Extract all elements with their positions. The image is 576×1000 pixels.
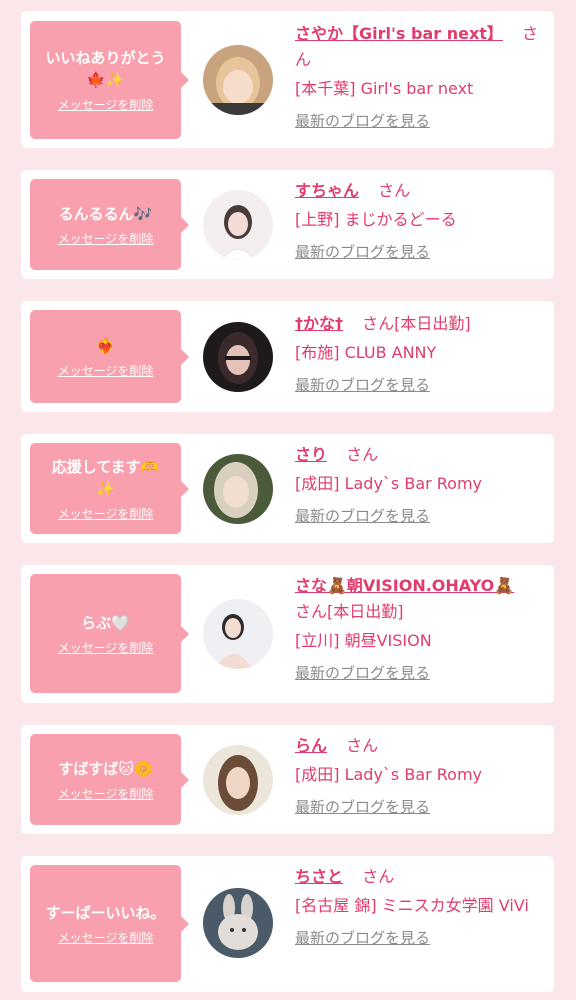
latest-blog-link[interactable]: 最新のブログを見る	[295, 241, 545, 263]
message-text: るんるるん🎶	[58, 204, 153, 223]
message-text: らぶ🤍	[81, 613, 130, 632]
cast-name-link[interactable]: さな🧸朝VISION.OHAYO🧸	[295, 576, 514, 595]
message-text: いいねありがとう 🍁✨	[45, 49, 166, 89]
message-text: すばすば🐱🌼	[58, 759, 153, 778]
message-bubble: いいねありがとう 🍁✨ メッセージを削除	[30, 21, 189, 139]
message-bubble: らぶ🤍 メッセージを削除	[30, 574, 189, 693]
shop-info: [本千葉] Girl's bar next	[295, 79, 474, 98]
honorific: さん	[362, 867, 395, 886]
cast-info: すちゃん さん [上野] まじかるどーる 最新のブログを見る	[295, 178, 545, 263]
delete-message-link[interactable]: メッセージを削除	[58, 506, 154, 522]
cast-info: らん さん [成田] Lady`s Bar Romy 最新のブログを見る	[295, 733, 545, 818]
message-bubble: るんるるん🎶 メッセージを削除	[30, 179, 189, 270]
cast-name-link[interactable]: さやか【Girl's bar next】	[295, 24, 503, 43]
honorific: さん	[346, 445, 379, 464]
status-text: [本日出勤]	[327, 602, 404, 621]
cast-name-link[interactable]: らん	[295, 736, 327, 755]
message-bubble: すーぱーいいね。 メッセージを削除	[30, 865, 189, 982]
delete-message-link[interactable]: メッセージを削除	[58, 930, 154, 946]
cast-info: ちさと さん [名古屋 錦] ミニスカ女学園 ViVi 最新のブログを見る	[295, 864, 545, 949]
delete-message-link[interactable]: メッセージを削除	[58, 363, 154, 379]
delete-message-link[interactable]: メッセージを削除	[58, 640, 154, 656]
avatar[interactable]	[203, 599, 273, 669]
status-text: [本日出勤]	[394, 314, 471, 333]
shop-info: [成田] Lady`s Bar Romy	[295, 765, 483, 784]
avatar[interactable]	[203, 45, 273, 115]
message-bubble: 応援してます🫶 ✨ メッセージを削除	[30, 443, 189, 534]
message-card: 応援してます🫶 ✨ メッセージを削除 さり さん [成田] Lady`s Bar…	[21, 434, 554, 543]
message-card: るんるるん🎶 メッセージを削除 すちゃん さん [上野] まじかるどーる 最新の…	[21, 170, 554, 279]
cast-name-link[interactable]: さり	[295, 445, 327, 464]
cast-info: さな🧸朝VISION.OHAYO🧸 さん[本日出勤] [立川] 朝昼VISION…	[295, 573, 545, 684]
latest-blog-link[interactable]: 最新のブログを見る	[295, 662, 545, 684]
cast-info: さやか【Girl's bar next】 さん [本千葉] Girl's bar…	[295, 21, 545, 132]
message-text: ❤️‍🔥	[96, 336, 115, 355]
avatar[interactable]	[203, 888, 273, 958]
message-bubble: ❤️‍🔥 メッセージを削除	[30, 310, 189, 403]
message-text: すーぱーいいね。	[45, 903, 166, 922]
shop-info: [上野] まじかるどーる	[295, 210, 457, 229]
cast-name-link[interactable]: すちゃん	[295, 181, 359, 200]
message-card: いいねありがとう 🍁✨ メッセージを削除 さやか【Girl's bar next…	[21, 11, 554, 148]
shop-info: [立川] 朝昼VISION	[295, 631, 432, 650]
latest-blog-link[interactable]: 最新のブログを見る	[295, 927, 545, 949]
honorific: さん	[295, 602, 328, 621]
message-card: ❤️‍🔥 メッセージを削除 †かな† さん[本日出勤] [布施] CLUB AN…	[21, 301, 554, 412]
delete-message-link[interactable]: メッセージを削除	[58, 97, 154, 113]
delete-message-link[interactable]: メッセージを削除	[58, 786, 154, 802]
message-card: らぶ🤍 メッセージを削除 さな🧸朝VISION.OHAYO🧸 さん[本日出勤] …	[21, 565, 554, 703]
latest-blog-link[interactable]: 最新のブログを見る	[295, 110, 545, 132]
delete-message-link[interactable]: メッセージを削除	[58, 231, 154, 247]
latest-blog-link[interactable]: 最新のブログを見る	[295, 796, 545, 818]
message-card: すばすば🐱🌼 メッセージを削除 らん さん [成田] Lady`s Bar Ro…	[21, 725, 554, 834]
avatar[interactable]	[203, 454, 273, 524]
message-text: 応援してます🫶 ✨	[51, 457, 160, 498]
avatar[interactable]	[203, 190, 273, 260]
shop-info: [名古屋 錦] ミニスカ女学園 ViVi	[295, 896, 529, 915]
shop-info: [成田] Lady`s Bar Romy	[295, 474, 483, 493]
cast-info: さり さん [成田] Lady`s Bar Romy 最新のブログを見る	[295, 442, 545, 527]
message-card: すーぱーいいね。 メッセージを削除 ちさと さん [名古屋 錦] ミニスカ女学園…	[21, 856, 554, 992]
latest-blog-link[interactable]: 最新のブログを見る	[295, 505, 545, 527]
message-bubble: すばすば🐱🌼 メッセージを削除	[30, 734, 189, 825]
honorific: さん	[362, 314, 395, 333]
cast-info: †かな† さん[本日出勤] [布施] CLUB ANNY 最新のブログを見る	[295, 311, 545, 396]
honorific: さん	[378, 181, 411, 200]
honorific: さん	[346, 736, 379, 755]
avatar[interactable]	[203, 745, 273, 815]
cast-name-link[interactable]: †かな†	[295, 314, 343, 333]
shop-info: [布施] CLUB ANNY	[295, 343, 437, 362]
latest-blog-link[interactable]: 最新のブログを見る	[295, 374, 545, 396]
avatar[interactable]	[203, 322, 273, 392]
cast-name-link[interactable]: ちさと	[295, 867, 343, 886]
